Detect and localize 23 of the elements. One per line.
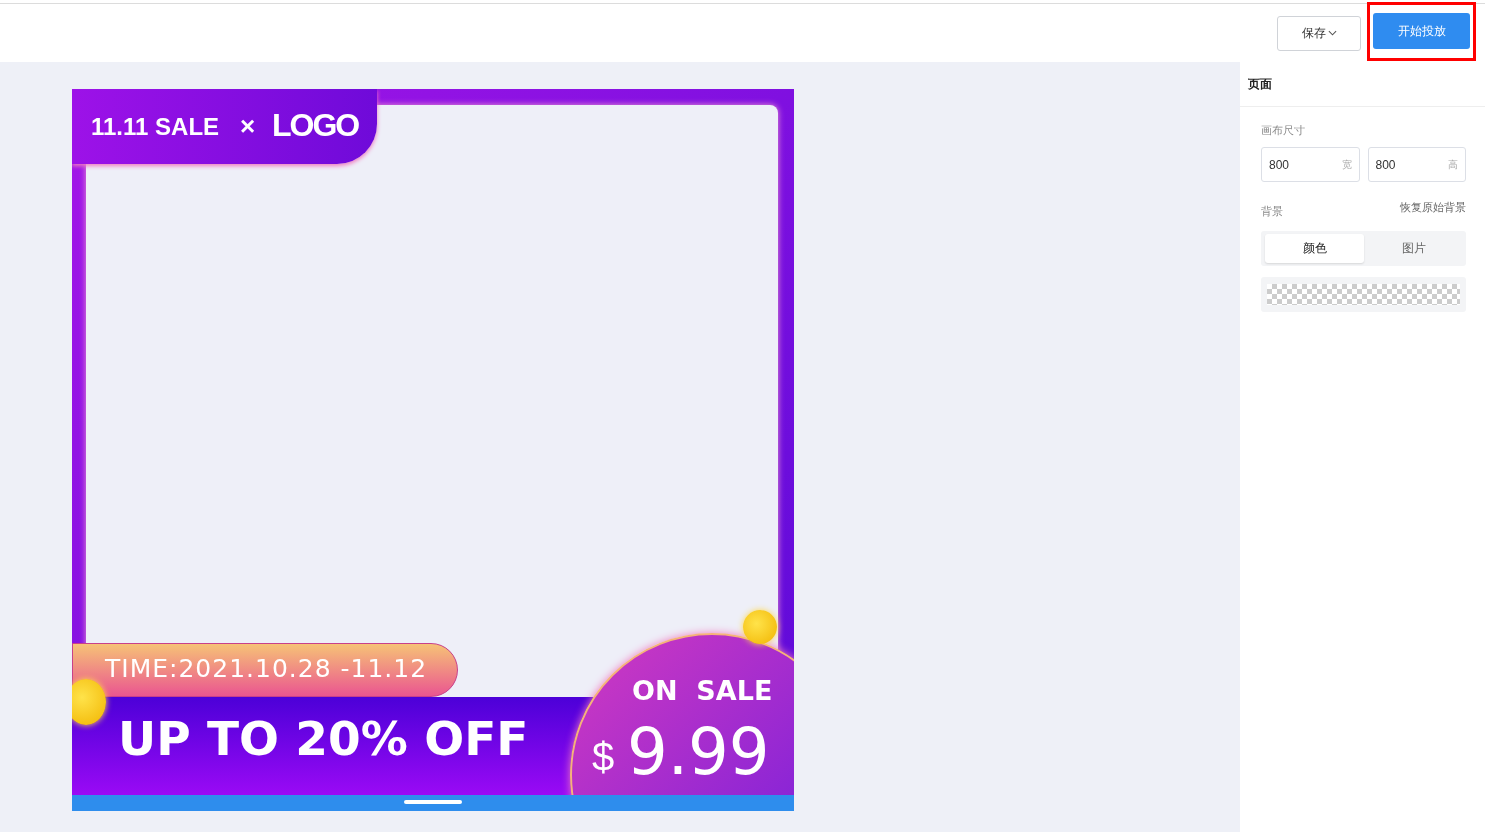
times-sign: × [240, 111, 256, 142]
panel-title: 页面 [1248, 75, 1272, 93]
price-text: 9.99 [627, 715, 770, 789]
size-label: 画布尺寸 [1261, 123, 1306, 138]
transparent-color-swatch[interactable] [1267, 284, 1460, 305]
size-field[interactable]: 800 高 [1367, 147, 1466, 182]
on-sale-text: ON SALE [632, 675, 773, 706]
resize-handle[interactable] [404, 800, 462, 804]
unit-label: 宽 [1341, 157, 1352, 172]
unit-label: 高 [1448, 157, 1458, 172]
background-label: 背景 [1261, 204, 1283, 219]
headline-text: UP TO 20% OFF [118, 711, 529, 766]
caret-icon [1327, 30, 1337, 36]
tab[interactable]: 图片 [1364, 234, 1463, 263]
currency-sign: $ [592, 735, 615, 780]
reset-background-link[interactable]: 恢复原始背景 [1400, 200, 1466, 215]
logo-text: LOGO [272, 107, 359, 144]
tab[interactable]: 颜色 [1265, 234, 1364, 263]
size-field[interactable]: 800 宽 [1261, 147, 1360, 182]
date-pill: TIME:2021.10.28 -11.12 [72, 643, 458, 697]
sale-title: 11.11 SALE [91, 113, 220, 141]
save-button[interactable]: 保存 [1277, 15, 1361, 51]
poster-canvas[interactable]: 11.11 SALE × LOGO TIME:2021.10.28 -11.12 UP TO 20% OFF ON SALE $ 9.99 [72, 89, 794, 811]
